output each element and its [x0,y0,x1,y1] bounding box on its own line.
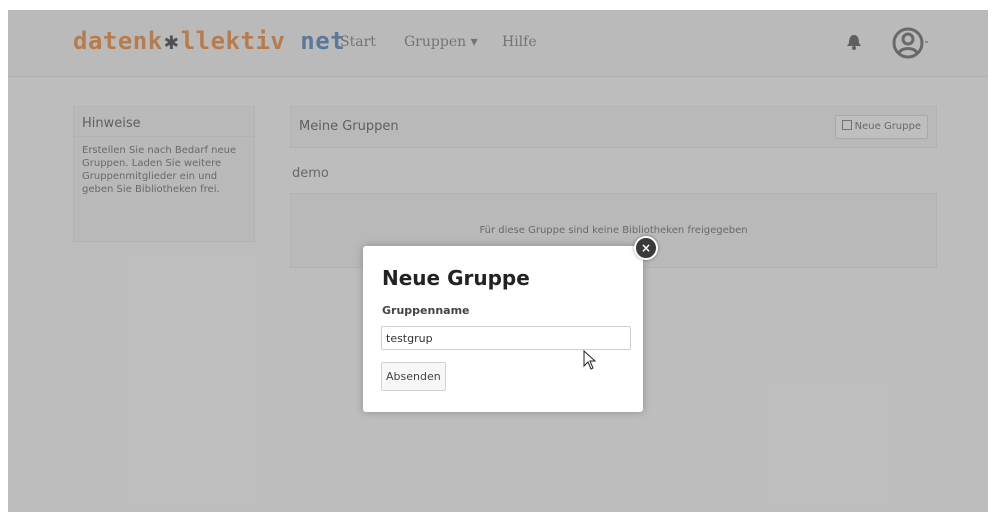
group-name-input[interactable] [381,326,631,350]
close-icon[interactable]: × [634,236,658,260]
mouse-pointer-icon [583,350,597,370]
group-name-label: Gruppenname [382,304,470,317]
submit-button[interactable]: Absenden [381,362,446,391]
dialog-title: Neue Gruppe [382,266,530,290]
new-group-dialog: Neue Gruppe Gruppenname Absenden [363,246,643,412]
